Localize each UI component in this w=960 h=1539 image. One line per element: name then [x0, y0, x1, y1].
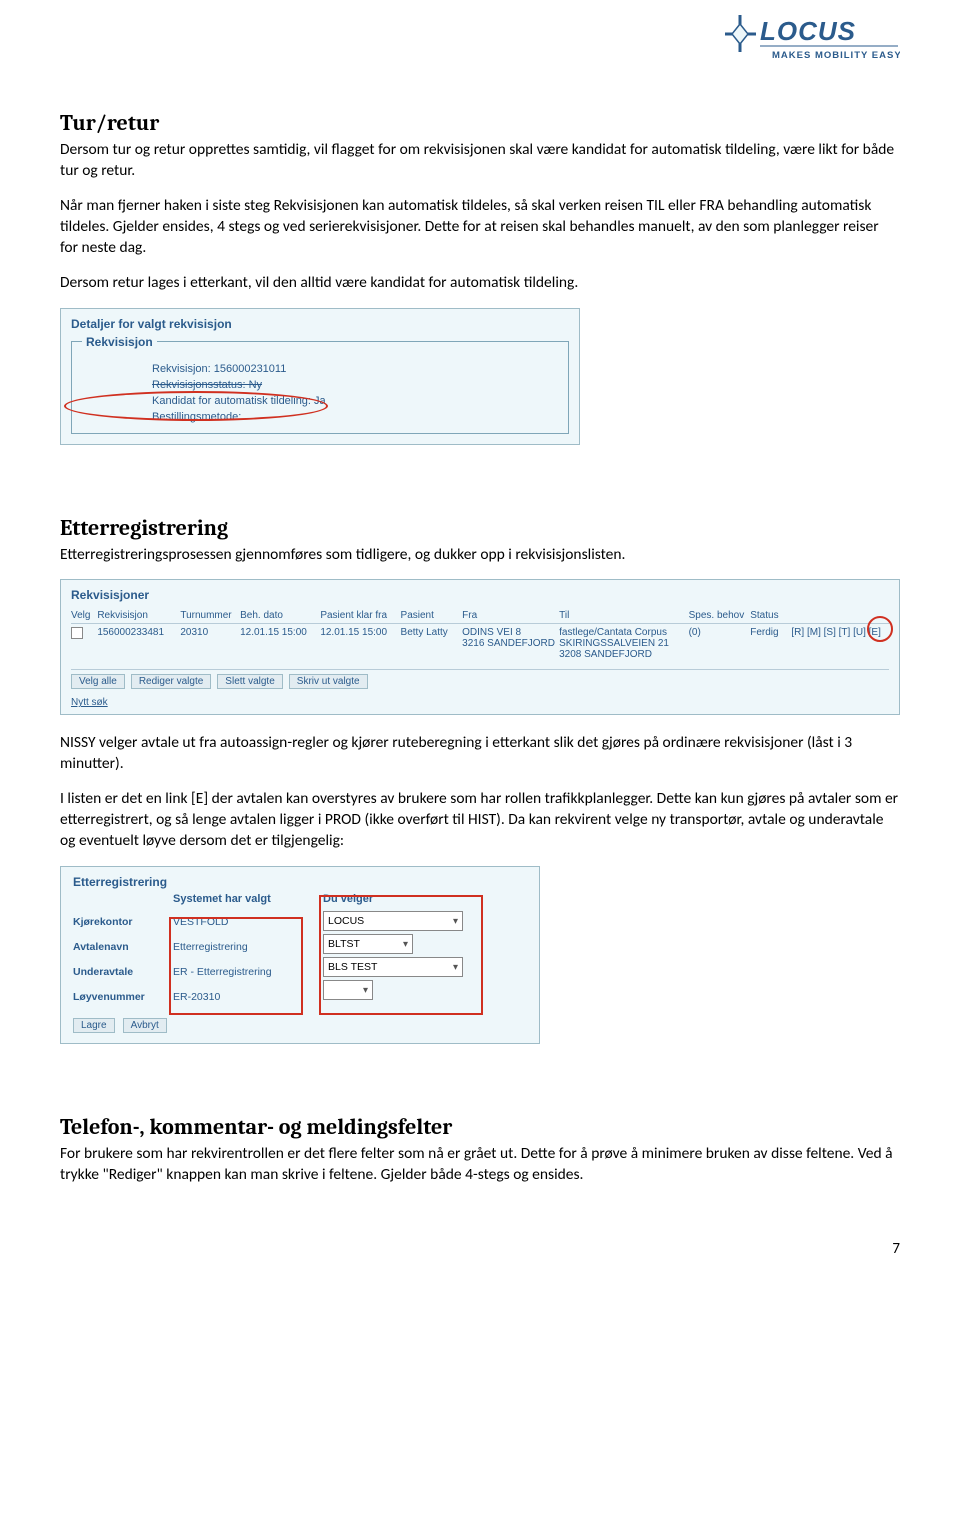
skriv-ut-button[interactable]: Skriv ut valgte: [289, 674, 368, 689]
screenshot-rekvisisjoner: Rekvisisjoner Velg Rekvisisjon Turnummer…: [60, 579, 900, 715]
kv-kandidat: Kandidat for automatisk tildeling: Ja: [82, 393, 558, 409]
cell-fra: ODINS VEI 8 3216 SANDEFJORD: [462, 627, 555, 649]
kv-status: Rekvisisjonsstatus: Ny: [82, 377, 558, 393]
paragraph: Dersom tur og retur opprettes samtidig, …: [60, 140, 900, 182]
panel-header: Etterregistrering: [73, 875, 527, 889]
heading-telefon: Telefon-, kommentar- og meldingsfelter: [60, 1114, 900, 1140]
select-kjorekontor[interactable]: LOCUS: [323, 911, 463, 931]
cell-status: Ferdig: [750, 627, 787, 638]
col-du-velger: Du velger: [323, 893, 473, 905]
page-number: 7: [0, 1220, 960, 1272]
slett-valgte-button[interactable]: Slett valgte: [217, 674, 282, 689]
lagre-button[interactable]: Lagre: [73, 1018, 115, 1033]
col-rekvisisjon: Rekvisisjon: [97, 610, 176, 621]
select-underavtale[interactable]: BLS TEST: [323, 957, 463, 977]
panel-header: Detaljer for valgt rekvisisjon: [71, 317, 569, 331]
svg-text:LOCUS: LOCUS: [760, 16, 856, 46]
paragraph: Dersom retur lages i etterkant, vil den …: [60, 273, 900, 294]
sys-loyvenummer: ER-20310: [173, 986, 323, 1008]
nytt-sok-link[interactable]: Nytt søk: [71, 697, 889, 708]
cell-tur: 20310: [180, 627, 236, 638]
col-pasient-klar: Pasient klar fra: [320, 610, 396, 621]
col-fra: Fra: [462, 610, 555, 621]
select-avtalenavn[interactable]: BLTST: [323, 934, 413, 954]
cell-actions[interactable]: [R] [M] [S] [T] [U] [E]: [791, 627, 889, 638]
table-head: Velg Rekvisisjon Turnummer Beh. dato Pas…: [71, 606, 889, 624]
svg-text:MAKES MOBILITY EASY: MAKES MOBILITY EASY: [772, 50, 900, 61]
col-beh-dato: Beh. dato: [240, 610, 316, 621]
checkbox[interactable]: [71, 627, 83, 639]
heading-etterregistrering: Etterregistrering: [60, 515, 900, 541]
paragraph: NISSY velger avtale ut fra autoassign-re…: [60, 733, 900, 775]
select-loyvenummer[interactable]: [323, 980, 373, 1000]
table-row: 156000233481 20310 12.01.15 15:00 12.01.…: [71, 624, 889, 663]
paragraph: For brukere som har rekvirentrollen er d…: [60, 1144, 900, 1186]
cell-rekv: 156000233481: [97, 627, 176, 638]
label-underavtale: Underavtale: [73, 961, 173, 983]
col-systemet: Systemet har valgt: [173, 893, 323, 905]
sys-avtalenavn: Etterregistrering: [173, 936, 323, 958]
heading-tur-retur: Tur/retur: [60, 110, 900, 136]
sys-kjorekontor: VESTFOLD: [173, 911, 323, 933]
cell-klar: 12.01.15 15:00: [320, 627, 396, 638]
screenshot-detaljer: Detaljer for valgt rekvisisjon Rekvisisj…: [60, 308, 580, 445]
paragraph: Når man fjerner haken i siste steg Rekvi…: [60, 196, 900, 259]
col-velg: Velg: [71, 610, 93, 621]
label-loyvenummer: Løyvenummer: [73, 986, 173, 1008]
cell-pasient: Betty Latty: [401, 627, 459, 638]
col-til: Til: [559, 610, 684, 621]
col-pasient: Pasient: [401, 610, 459, 621]
legend: Rekvisisjon: [82, 335, 157, 349]
label-avtalenavn: Avtalenavn: [73, 936, 173, 958]
logo: LOCUS MAKES MOBILITY EASY: [720, 10, 900, 65]
sys-underavtale: ER - Etterregistrering: [173, 961, 323, 983]
col-spes-behov: Spes. behov: [689, 610, 747, 621]
label-kjorekontor: Kjørekontor: [73, 911, 173, 933]
screenshot-etterregistrering: Etterregistrering Systemet har valgt Du …: [60, 866, 540, 1044]
kv-bestilling: Bestillingsmetode:: [82, 409, 558, 425]
col-turnummer: Turnummer: [180, 610, 236, 621]
fieldset-rekvisisjon: Rekvisisjon Rekvisisjon: 156000231011 Re…: [71, 335, 569, 434]
col-status: Status: [750, 610, 787, 621]
cell-beh: 12.01.15 15:00: [240, 627, 316, 638]
avbryt-button[interactable]: Avbryt: [123, 1018, 167, 1033]
button-bar: Velg alle Rediger valgte Slett valgte Sk…: [71, 669, 889, 689]
cell-spes: (0): [689, 627, 747, 638]
velg-alle-button[interactable]: Velg alle: [71, 674, 125, 689]
panel-header: Rekvisisjoner: [71, 588, 889, 602]
paragraph: Etterregistreringsprosessen gjennomføres…: [60, 545, 900, 566]
kv-rekvisisjon: Rekvisisjon: 156000231011: [82, 361, 558, 377]
paragraph: I listen er det en link [E] der avtalen …: [60, 789, 900, 852]
cell-til: fastlege/Cantata Corpus SKIRINGSSALVEIEN…: [559, 627, 684, 660]
rediger-valgte-button[interactable]: Rediger valgte: [131, 674, 211, 689]
